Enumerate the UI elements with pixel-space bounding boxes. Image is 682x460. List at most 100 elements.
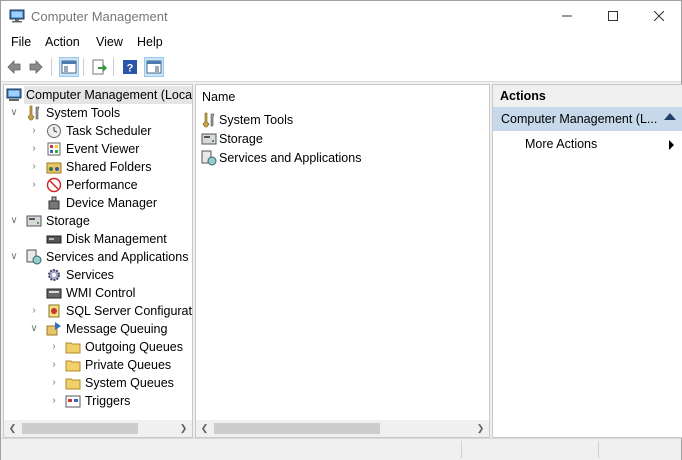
back-arrow-icon <box>7 60 21 74</box>
chevron-right-icon[interactable]: › <box>28 158 40 176</box>
toolbar-separator <box>113 58 114 76</box>
title-bar: Computer Management <box>1 1 681 31</box>
folder-icon <box>65 342 81 354</box>
tree-item-label: Private Queues <box>85 358 172 372</box>
scrollbar-thumb[interactable] <box>22 423 138 434</box>
chevron-down-icon[interactable]: ∨ <box>8 248 20 266</box>
tree-item-label: Performance <box>66 178 138 192</box>
tree-item-label: Services <box>66 268 114 282</box>
list-item-label: Storage <box>219 132 263 146</box>
shared-folders-icon <box>46 162 62 174</box>
export-list-button[interactable] <box>90 58 108 76</box>
chevron-right-icon[interactable]: › <box>48 356 60 374</box>
menu-help[interactable]: Help <box>137 35 163 49</box>
performance-icon <box>46 177 62 193</box>
scroll-left-icon[interactable]: ❮ <box>4 420 21 437</box>
tree-root-label: Computer Management (Local <box>24 86 192 104</box>
collapse-up-icon[interactable] <box>664 113 676 120</box>
tree-item-label: Shared Folders <box>66 160 152 174</box>
menu-file[interactable]: File <box>11 35 31 49</box>
tree-item-label: System Queues <box>85 376 174 390</box>
more-actions-item[interactable]: More Actions <box>493 135 682 155</box>
back-button[interactable] <box>5 58 23 76</box>
computer-management-app-icon <box>9 9 25 23</box>
chevron-right-icon[interactable]: › <box>48 338 60 356</box>
list-item-label: Services and Applications <box>219 151 362 165</box>
status-bar <box>1 438 681 460</box>
help-button[interactable]: ? <box>121 58 139 76</box>
chevron-right-icon[interactable]: › <box>28 176 40 194</box>
minimize-button[interactable] <box>544 1 590 31</box>
tree-item-label: Services and Applications <box>46 250 189 264</box>
actions-header: Actions <box>493 85 682 108</box>
list-horizontal-scrollbar[interactable]: ❮ ❯ <box>196 420 489 437</box>
maximize-button[interactable] <box>590 1 636 31</box>
menu-view[interactable]: View <box>96 35 123 49</box>
event-viewer-icon <box>47 142 61 156</box>
triggers-icon <box>65 395 81 408</box>
window-title: Computer Management <box>31 9 168 24</box>
actions-section-computer-management[interactable]: Computer Management (L... <box>493 107 682 131</box>
actions-section-label: Computer Management (L... <box>501 112 658 126</box>
gear-icon <box>48 269 60 281</box>
toolbar-separator <box>51 58 52 76</box>
close-button[interactable] <box>636 1 682 31</box>
disk-icon <box>46 235 62 244</box>
computer-management-icon <box>6 88 22 101</box>
computer-management-window: Computer Management File Action View Hel… <box>0 0 682 460</box>
forward-button[interactable] <box>27 58 45 76</box>
message-queuing-icon <box>46 322 61 336</box>
status-divider <box>461 441 462 458</box>
tree-item-label: System Tools <box>46 106 121 120</box>
toolbar: ? <box>1 53 681 82</box>
chevron-right-icon[interactable]: › <box>28 302 40 320</box>
maximize-icon <box>608 11 618 21</box>
tree-item-label: SQL Server Configuratic <box>66 304 193 318</box>
forward-arrow-icon <box>29 60 43 74</box>
close-icon <box>654 11 664 21</box>
action-pane-icon <box>146 60 162 74</box>
folder-icon <box>65 378 81 390</box>
chevron-right-icon[interactable]: › <box>28 122 40 140</box>
scroll-left-icon[interactable]: ❮ <box>196 420 213 437</box>
menu-action[interactable]: Action <box>45 35 80 49</box>
tree-item-label: Device Manager <box>66 196 158 210</box>
tools-icon <box>27 105 40 121</box>
export-icon <box>92 59 107 75</box>
list-item-label: System Tools <box>219 113 294 127</box>
chevron-down-icon[interactable]: ∨ <box>28 320 40 338</box>
results-list-pane[interactable]: Name System Tools Storage Services and A… <box>195 84 490 438</box>
tree-horizontal-scrollbar[interactable]: ❮ ❯ <box>4 420 192 437</box>
submenu-arrow-icon <box>669 140 674 150</box>
show-hide-action-pane-button[interactable] <box>144 57 164 77</box>
tree-item-label: Triggers <box>85 394 131 408</box>
chevron-right-icon[interactable]: › <box>48 374 60 392</box>
tree-root-computer-management[interactable]: Computer Management (Local <box>6 86 192 104</box>
console-tree-icon <box>61 60 77 74</box>
menu-bar: File Action View Help <box>1 31 681 53</box>
wmi-icon <box>46 288 62 299</box>
help-icon: ? <box>123 60 137 75</box>
tree-item-label: Disk Management <box>66 232 167 246</box>
toolbar-separator <box>83 58 84 76</box>
scrollbar-thumb[interactable] <box>214 423 380 434</box>
scroll-right-icon[interactable]: ❯ <box>175 420 192 437</box>
chevron-down-icon[interactable]: ∨ <box>8 212 20 230</box>
chevron-right-icon[interactable]: › <box>48 392 60 410</box>
tree-item-label: Storage <box>46 214 90 228</box>
tools-icon <box>202 112 215 128</box>
tree-item-label: Task Scheduler <box>66 124 152 138</box>
more-actions-label: More Actions <box>525 137 598 151</box>
console-tree-pane[interactable]: Computer Management (Local ∨ System Tool… <box>3 84 193 438</box>
tree-item-label: WMI Control <box>66 286 136 300</box>
chevron-right-icon[interactable]: › <box>28 140 40 158</box>
show-hide-console-tree-button[interactable] <box>59 57 79 77</box>
tree-item-label: Message Queuing <box>66 322 168 336</box>
column-header-name[interactable]: Name <box>202 90 235 104</box>
scroll-right-icon[interactable]: ❯ <box>472 420 489 437</box>
actions-pane: Actions Computer Management (L... More A… <box>492 84 682 438</box>
actions-title: Actions <box>500 89 546 103</box>
chevron-down-icon[interactable]: ∨ <box>8 104 20 122</box>
sql-server-icon <box>48 304 60 318</box>
tree-item-label: Event Viewer <box>66 142 140 156</box>
